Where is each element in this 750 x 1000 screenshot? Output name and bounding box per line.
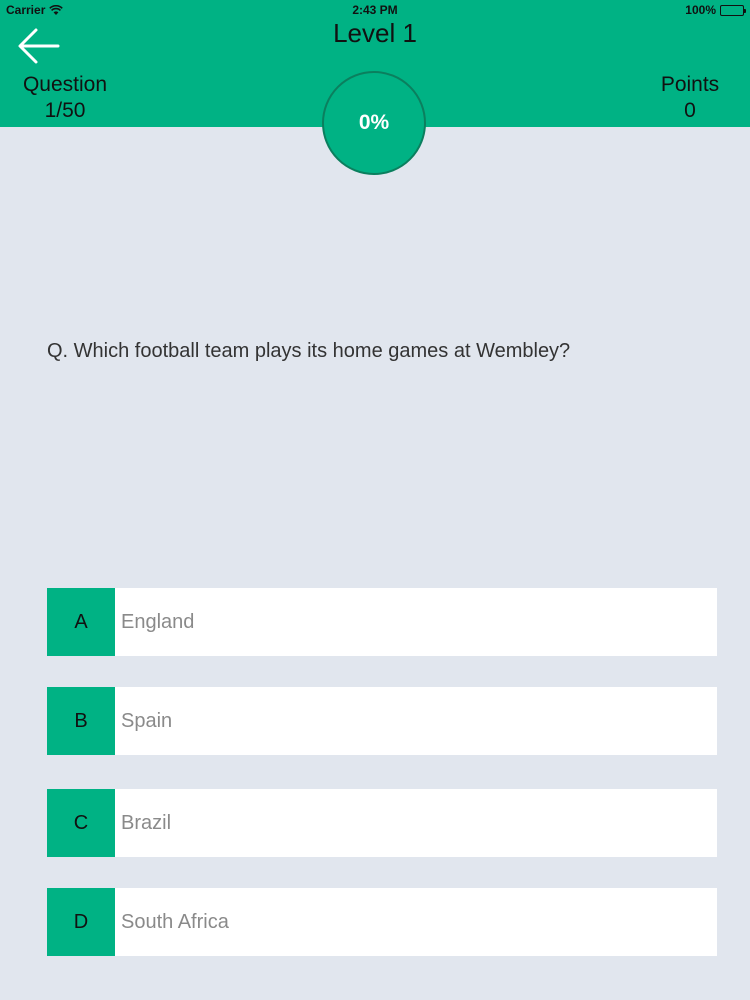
- points-label: Points: [660, 73, 720, 96]
- answer-text: Spain: [121, 709, 173, 732]
- answer-option-c[interactable]: C Brazil: [47, 789, 717, 857]
- battery-icon: [720, 4, 746, 16]
- answer-letter: D: [47, 888, 115, 956]
- progress-value: 0%: [358, 111, 390, 134]
- question-counter: Question 1/50: [20, 72, 110, 124]
- answer-option-a[interactable]: A England: [47, 588, 717, 656]
- answer-option-b[interactable]: B Spain: [47, 687, 717, 755]
- answer-letter: A: [47, 588, 115, 656]
- points-counter: Points 0: [658, 72, 722, 124]
- status-time: 2:43 PM: [352, 3, 398, 17]
- status-battery: 100%: [685, 3, 746, 17]
- question-value: 1/50: [44, 99, 86, 122]
- answer-text: Brazil: [121, 811, 172, 834]
- points-value: 0: [684, 99, 696, 122]
- answer-letter: B: [47, 687, 115, 755]
- battery-percent: 100%: [685, 3, 716, 17]
- progress-circle: 0%: [322, 71, 426, 175]
- answer-letter: C: [47, 789, 115, 857]
- answer-option-d[interactable]: D South Africa: [47, 888, 717, 956]
- question-text: Q. Which football team plays its home ga…: [47, 340, 571, 362]
- status-bar: Carrier 2:43 PM 100%: [0, 0, 750, 20]
- page-title: Level 1: [333, 18, 417, 48]
- answer-text: England: [121, 610, 195, 633]
- question-label: Question: [22, 73, 108, 96]
- answer-text: South Africa: [121, 910, 229, 933]
- quiz-screen: Carrier 2:43 PM 100% Level 1 Question 1/…: [0, 0, 750, 1000]
